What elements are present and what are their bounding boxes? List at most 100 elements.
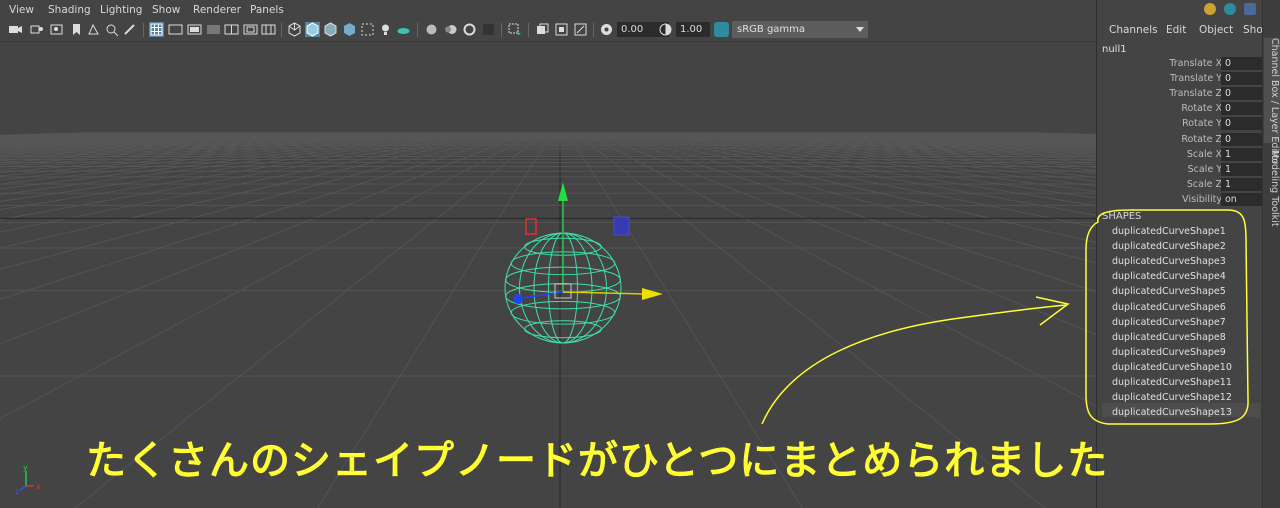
attr-value-field[interactable]: on <box>1221 192 1265 206</box>
safe-title-icon[interactable] <box>261 22 276 37</box>
shape-list-item[interactable]: duplicatedCurveShape10 <box>1112 362 1232 373</box>
toolbar-separator <box>417 23 418 37</box>
channels-menu[interactable]: Channels <box>1109 24 1158 36</box>
object-menu[interactable]: Object <box>1199 24 1233 36</box>
camera-icon[interactable] <box>8 22 23 37</box>
shape-list-item[interactable]: duplicatedCurveShape6 <box>1112 302 1226 313</box>
manipulator-x-arrow[interactable] <box>642 288 663 300</box>
expand-icon[interactable] <box>1244 3 1256 15</box>
textured-icon[interactable] <box>342 22 357 37</box>
bookmark-icon[interactable] <box>49 22 64 37</box>
attr-label[interactable]: Translate X <box>1169 58 1222 69</box>
manipulator-x-axis[interactable] <box>562 291 646 295</box>
two-d-pan-zoom-icon[interactable] <box>104 22 119 37</box>
motion-blur-icon[interactable] <box>443 22 458 37</box>
smooth-shade-icon[interactable] <box>305 22 320 37</box>
maya-window: View Shading Lighting Show Renderer Pane… <box>0 0 1280 508</box>
menu-show[interactable]: Show <box>152 4 180 16</box>
attr-value-field[interactable]: 1 <box>1221 162 1265 176</box>
grease-pencil-icon[interactable] <box>122 22 137 37</box>
chevron-down-icon <box>856 27 864 32</box>
film-gate-icon[interactable] <box>168 22 183 37</box>
menu-panels[interactable]: Panels <box>250 4 284 16</box>
shape-list-item[interactable]: duplicatedCurveShape7 <box>1112 317 1226 328</box>
gamma-field[interactable]: 1.00 <box>676 22 710 37</box>
axis-z-label: z <box>15 487 19 496</box>
exposure-icon[interactable] <box>599 22 614 37</box>
manipulator-z-handle[interactable] <box>513 294 523 304</box>
isolate-select-icon[interactable] <box>507 22 522 37</box>
caption-text: たくさんのシェイプノードがひとつにまとめられました <box>86 438 1109 484</box>
image-plane-icon[interactable] <box>86 22 101 37</box>
menu-shading[interactable]: Shading <box>48 4 91 16</box>
gamma-icon[interactable] <box>658 22 673 37</box>
manipulator-x-plane[interactable] <box>525 218 537 235</box>
attr-value-field[interactable]: 0 <box>1221 102 1265 116</box>
toolbar-separator <box>528 23 529 37</box>
color-space-value: sRGB gamma <box>737 24 806 35</box>
field-chart-icon[interactable] <box>224 22 239 37</box>
grid-icon[interactable] <box>149 22 164 37</box>
shape-list-item[interactable]: duplicatedCurveShape1 <box>1112 226 1226 237</box>
attr-label[interactable]: Scale Z <box>1187 179 1222 190</box>
attr-label[interactable]: Scale Y <box>1188 164 1222 175</box>
viewport-toolbar: 0.00 1.00 sRGB gamma <box>0 19 1096 42</box>
attr-value-field[interactable]: 0 <box>1221 117 1265 131</box>
xray-active-components-icon[interactable] <box>554 22 569 37</box>
wireframe-icon[interactable] <box>287 22 302 37</box>
show-menu[interactable]: Show <box>1243 24 1263 36</box>
attr-label[interactable]: Rotate Z <box>1181 134 1222 145</box>
attr-value-field[interactable]: 1 <box>1221 177 1265 191</box>
attr-value-field[interactable]: 0 <box>1221 72 1265 86</box>
resolution-gate-icon[interactable] <box>187 22 202 37</box>
shape-list-item[interactable]: duplicatedCurveShape11 <box>1112 377 1232 388</box>
attr-value-field[interactable]: 0 <box>1221 57 1265 70</box>
menu-renderer[interactable]: Renderer <box>193 4 241 16</box>
workspace-icon[interactable] <box>1204 3 1216 15</box>
edit-menu[interactable]: Edit <box>1166 24 1186 36</box>
attr-value-field[interactable]: 0 <box>1221 132 1265 146</box>
node-name[interactable]: null1 <box>1102 44 1127 55</box>
shape-list-item[interactable]: duplicatedCurveShape8 <box>1112 332 1226 343</box>
attr-label[interactable]: Scale X <box>1187 149 1222 160</box>
color-management-icon[interactable] <box>714 22 729 37</box>
attr-label[interactable]: Translate Z <box>1169 88 1222 99</box>
shape-list-item[interactable]: duplicatedCurveShape13 <box>1112 407 1232 418</box>
manipulator-z-axis[interactable] <box>521 291 564 299</box>
attr-label[interactable]: Rotate X <box>1181 103 1222 114</box>
axis-y-label: y <box>23 463 28 472</box>
shape-list-item[interactable]: duplicatedCurveShape4 <box>1112 271 1226 282</box>
use-all-lights-icon[interactable] <box>360 22 375 37</box>
shape-list-item[interactable]: duplicatedCurveShape9 <box>1112 347 1226 358</box>
bookmark-flag-icon[interactable] <box>69 22 84 37</box>
attr-label[interactable]: Visibility <box>1182 194 1222 205</box>
attr-label[interactable]: Rotate Y <box>1182 118 1222 129</box>
shape-list-item[interactable]: duplicatedCurveShape2 <box>1112 241 1226 252</box>
shape-list-item[interactable]: duplicatedCurveShape3 <box>1112 256 1226 267</box>
tab-channel-box-layer-editor[interactable]: Channel Box / Layer Editor <box>1264 38 1280 165</box>
light-icon[interactable] <box>378 22 393 37</box>
shape-list-item[interactable]: duplicatedCurveShape5 <box>1112 286 1226 297</box>
xray-icon[interactable] <box>535 22 550 37</box>
anti-aliasing-icon[interactable] <box>462 22 477 37</box>
help-icon[interactable] <box>1224 3 1236 15</box>
gate-mask-icon[interactable] <box>206 22 221 37</box>
attr-value-field[interactable]: 0 <box>1221 87 1265 101</box>
menu-view[interactable]: View <box>9 4 34 16</box>
safe-action-icon[interactable] <box>243 22 258 37</box>
toolbar-separator <box>281 23 282 37</box>
shadows-icon[interactable] <box>396 22 411 37</box>
depth-of-field-icon[interactable] <box>481 22 496 37</box>
tab-modeling-toolkit[interactable]: Modeling Toolkit <box>1264 150 1280 230</box>
color-space-dropdown[interactable]: sRGB gamma <box>732 21 868 38</box>
wireframe-on-shaded-icon[interactable] <box>323 22 338 37</box>
shapes-section-title: SHAPES <box>1102 211 1142 222</box>
shape-list-item[interactable]: duplicatedCurveShape12 <box>1112 392 1232 403</box>
attr-value-field[interactable]: 1 <box>1221 147 1265 161</box>
screen-space-ao-icon[interactable] <box>424 22 439 37</box>
camera-attributes-icon[interactable] <box>29 22 44 37</box>
menu-lighting[interactable]: Lighting <box>100 4 142 16</box>
manipulator-z-plane[interactable] <box>613 216 630 236</box>
xray-joints-icon[interactable] <box>573 22 588 37</box>
attr-label[interactable]: Translate Y <box>1170 73 1222 84</box>
